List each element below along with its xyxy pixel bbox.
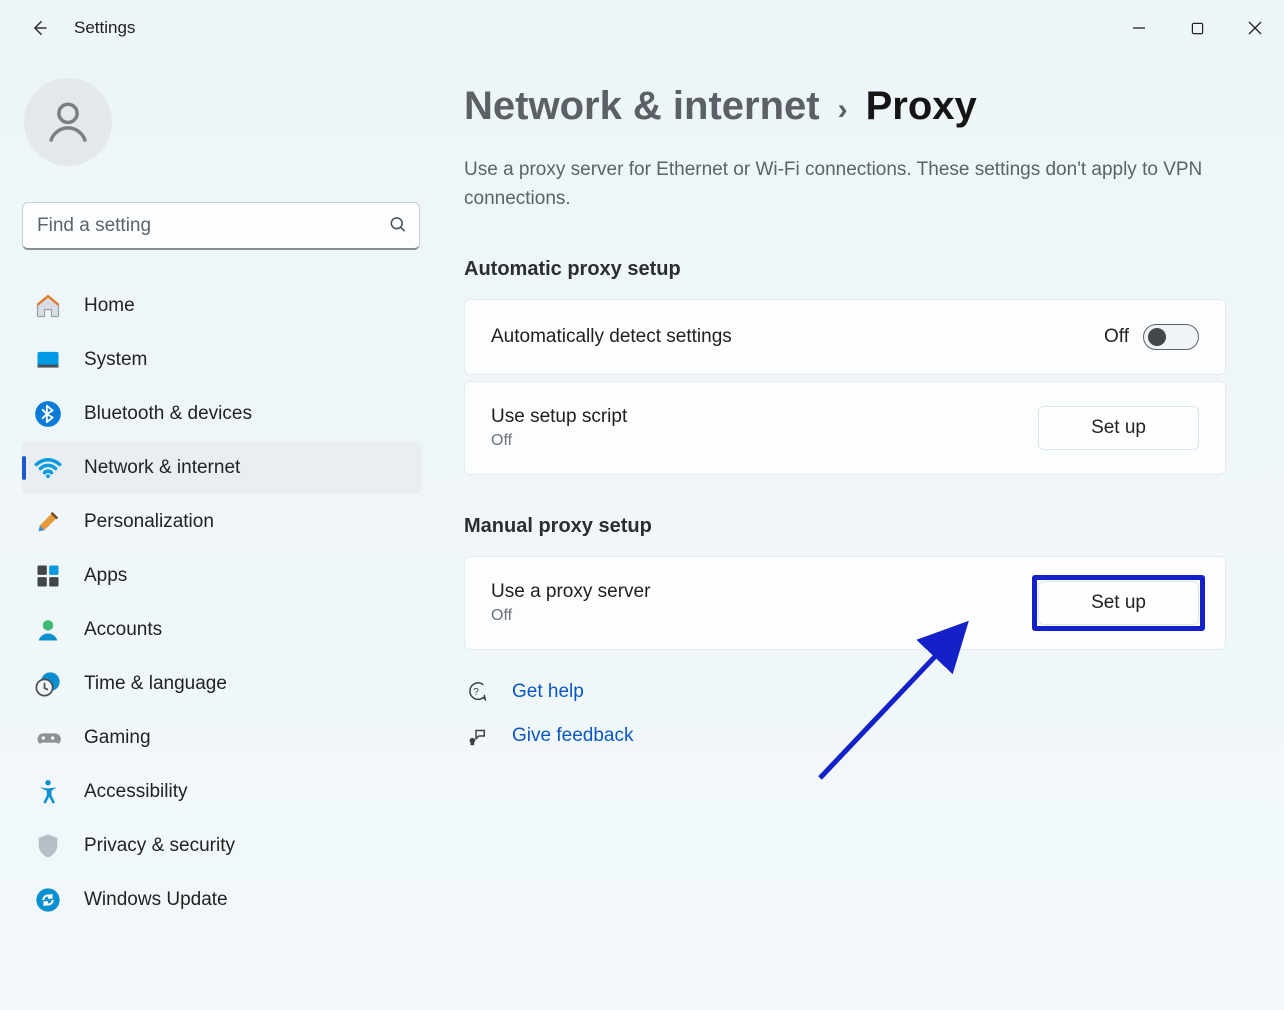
gaming-icon [34, 724, 62, 752]
breadcrumb-parent[interactable]: Network & internet [464, 84, 820, 129]
sidebar-item-label: Home [84, 295, 135, 317]
toggle-auto-detect[interactable] [1143, 324, 1199, 350]
feedback-icon [464, 724, 488, 748]
clock-globe-icon [34, 670, 62, 698]
card-manual-proxy: Use a proxy server Off Set up [464, 556, 1226, 650]
accessibility-icon [34, 778, 62, 806]
card-auto-detect[interactable]: Automatically detect settings Off [464, 299, 1226, 375]
wifi-icon [34, 454, 62, 482]
page-description: Use a proxy server for Ethernet or Wi-Fi… [464, 155, 1204, 214]
sidebar-item-label: Time & language [84, 673, 227, 695]
accounts-icon [34, 616, 62, 644]
setup-script-button[interactable]: Set up [1038, 406, 1199, 450]
apps-icon [34, 562, 62, 590]
sidebar-item-label: Apps [84, 565, 127, 587]
link-label: Get help [512, 681, 584, 703]
card-label: Automatically detect settings [491, 326, 732, 348]
sidebar-item-label: Personalization [84, 511, 214, 533]
search-icon [388, 215, 408, 235]
help-icon: ? [464, 680, 488, 704]
sidebar-item-bluetooth[interactable]: Bluetooth & devices [22, 388, 422, 440]
sidebar-item-network[interactable]: Network & internet [22, 442, 422, 494]
breadcrumb: Network & internet › Proxy [464, 84, 1226, 129]
chevron-right-icon: › [838, 93, 848, 127]
card-status: Off [491, 432, 627, 450]
card-setup-script: Use setup script Off Set up [464, 381, 1226, 475]
minimize-icon [1132, 21, 1146, 35]
sidebar-item-windows-update[interactable]: Windows Update [22, 874, 422, 926]
bluetooth-icon [34, 400, 62, 428]
sidebar: Home System Bluetooth & devices Network … [0, 56, 440, 1010]
personalization-icon [34, 508, 62, 536]
link-label: Give feedback [512, 725, 633, 747]
maximize-icon [1191, 22, 1204, 35]
toggle-state-label: Off [1104, 326, 1129, 348]
sidebar-item-accounts[interactable]: Accounts [22, 604, 422, 656]
shield-icon [34, 832, 62, 860]
sidebar-item-privacy[interactable]: Privacy & security [22, 820, 422, 872]
sidebar-item-label: Accessibility [84, 781, 187, 803]
close-button[interactable] [1226, 6, 1284, 50]
sidebar-item-system[interactable]: System [22, 334, 422, 386]
back-arrow-icon [29, 18, 49, 38]
card-status: Off [491, 607, 650, 625]
home-icon [34, 292, 62, 320]
sidebar-item-label: Bluetooth & devices [84, 403, 252, 425]
sidebar-item-gaming[interactable]: Gaming [22, 712, 422, 764]
window-controls [1110, 6, 1284, 50]
sidebar-item-label: Windows Update [84, 889, 228, 911]
main-content: Network & internet › Proxy Use a proxy s… [440, 56, 1284, 1010]
search-button[interactable] [388, 215, 408, 238]
section-title-manual: Manual proxy setup [464, 515, 1226, 538]
close-icon [1248, 21, 1262, 35]
sidebar-item-time-language[interactable]: Time & language [22, 658, 422, 710]
manual-proxy-setup-button[interactable]: Set up [1038, 581, 1199, 625]
maximize-button[interactable] [1168, 6, 1226, 50]
search-input[interactable] [22, 202, 420, 250]
sidebar-item-apps[interactable]: Apps [22, 550, 422, 602]
page-title: Proxy [866, 84, 977, 129]
sidebar-item-label: Gaming [84, 727, 151, 749]
card-label: Use setup script [491, 406, 627, 428]
avatar[interactable] [24, 78, 112, 166]
system-icon [34, 346, 62, 374]
sidebar-item-personalization[interactable]: Personalization [22, 496, 422, 548]
sidebar-item-accessibility[interactable]: Accessibility [22, 766, 422, 818]
give-feedback-link[interactable]: Give feedback [464, 724, 1226, 748]
get-help-link[interactable]: ? Get help [464, 680, 1226, 704]
update-icon [34, 886, 62, 914]
sidebar-item-label: Accounts [84, 619, 162, 641]
person-icon [42, 96, 94, 148]
svg-text:?: ? [473, 687, 479, 698]
sidebar-item-label: Network & internet [84, 457, 240, 479]
titlebar: Settings [0, 0, 1284, 56]
section-title-automatic: Automatic proxy setup [464, 258, 1226, 281]
sidebar-item-label: Privacy & security [84, 835, 235, 857]
nav-list: Home System Bluetooth & devices Network … [22, 280, 426, 926]
back-button[interactable] [22, 11, 56, 45]
sidebar-item-label: System [84, 349, 147, 371]
sidebar-item-home[interactable]: Home [22, 280, 422, 332]
card-label: Use a proxy server [491, 581, 650, 603]
minimize-button[interactable] [1110, 6, 1168, 50]
app-title: Settings [74, 18, 135, 38]
